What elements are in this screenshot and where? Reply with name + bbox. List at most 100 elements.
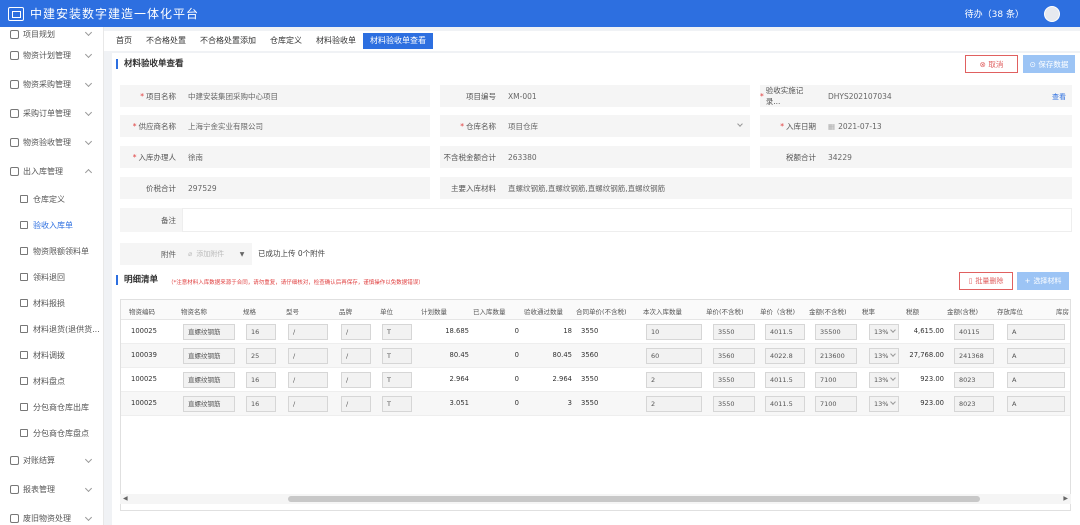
scroll-left-icon[interactable]: ◀ <box>123 495 128 502</box>
scroll-right-icon[interactable]: ▶ <box>1063 495 1068 502</box>
cell-amount[interactable]: 7100 <box>815 372 857 388</box>
cell-plan: 18.685 <box>445 327 469 335</box>
cell-spec[interactable]: 25 <box>246 348 276 364</box>
cell-amount[interactable]: 35500 <box>815 324 857 340</box>
project-name-field: 中建安装集团采购中心项目 <box>182 85 430 107</box>
avatar[interactable] <box>1044 5 1060 22</box>
chevron-down-icon <box>84 137 93 146</box>
sidebar-item-material-purchase[interactable]: 物资采购管理 <box>0 70 103 99</box>
sidebar-item-inout-stock[interactable]: 出入库管理 <box>0 157 103 186</box>
cell-name[interactable]: 直螺纹钢筋 <box>183 372 235 388</box>
contract-view-link[interactable]: 查看 <box>1052 92 1066 102</box>
tab-nonconforming[interactable]: 不合格处置 <box>139 33 193 49</box>
cell-unit[interactable]: T <box>382 396 412 412</box>
cell-price[interactable]: 3560 <box>713 348 755 364</box>
sidebar-sub-sub-outbound[interactable]: 分包商仓库出库 <box>0 394 103 420</box>
cell-brand[interactable]: / <box>341 396 371 412</box>
sidebar-item-purchase-order[interactable]: 采购订单管理 <box>0 99 103 128</box>
contract-label: * 验收实施记录... <box>760 85 822 107</box>
sidebar-sub-warehouse-def[interactable]: 仓库定义 <box>0 186 103 212</box>
attach-dropdown[interactable]: ▼ <box>236 243 248 265</box>
date-field[interactable]: ▦ 2021-07-13 <box>822 115 1072 137</box>
sidebar: 项目规划 物资计划管理 物资采购管理 采购订单管理 物资验收管理 出入库管理 仓… <box>0 27 104 525</box>
sidebar-sub-inventory[interactable]: 材料盘点 <box>0 368 103 394</box>
cell-rate[interactable]: 13% <box>869 348 899 364</box>
cell-rate[interactable]: 13% <box>869 324 899 340</box>
sidebar-item-material-acceptance[interactable]: 物资验收管理 <box>0 128 103 157</box>
cell-amount-tax[interactable]: 241368 <box>954 348 994 364</box>
todo-count[interactable]: 待办（38 条） <box>965 7 1024 20</box>
cell-qty[interactable]: 2 <box>646 372 702 388</box>
sidebar-item-settlement[interactable]: 对账结算 <box>0 446 103 475</box>
cell-model[interactable]: / <box>288 324 328 340</box>
cell-amount[interactable]: 7100 <box>815 396 857 412</box>
select-material-button[interactable]: + 选择材料 <box>1017 272 1069 290</box>
cell-amount-tax[interactable]: 40115 <box>954 324 994 340</box>
cell-model[interactable]: / <box>288 372 328 388</box>
sidebar-item-report[interactable]: 报表管理 <box>0 475 103 504</box>
cell-loc[interactable]: A <box>1007 372 1065 388</box>
cell-spec[interactable]: 16 <box>246 372 276 388</box>
cell-loc[interactable]: A <box>1007 324 1065 340</box>
cell-price[interactable]: 3550 <box>713 372 755 388</box>
cell-unit[interactable]: T <box>382 324 412 340</box>
sidebar-sub-picking-return[interactable]: 领料退回 <box>0 264 103 290</box>
cell-qty[interactable]: 2 <box>646 396 702 412</box>
cell-rate[interactable]: 13% <box>869 396 899 412</box>
cell-loc[interactable]: A <box>1007 348 1065 364</box>
cell-model[interactable]: / <box>288 396 328 412</box>
tab-home[interactable]: 首页 <box>109 33 139 49</box>
table-row: 100025 直螺纹钢筋 16 / / T 18.685 0 18 3550 1… <box>121 320 1070 344</box>
cell-model[interactable]: / <box>288 348 328 364</box>
cell-price[interactable]: 3550 <box>713 324 755 340</box>
cell-price-tax[interactable]: 4011.5 <box>765 372 805 388</box>
batch-delete-button[interactable]: ▯ 批量删除 <box>959 272 1013 290</box>
cell-name[interactable]: 直螺纹钢筋 <box>183 348 235 364</box>
sidebar-sub-transfer[interactable]: 材料调拨 <box>0 342 103 368</box>
horizontal-scrollbar[interactable]: ◀ ▶ <box>120 494 1071 504</box>
tab-warehouse-def[interactable]: 仓库定义 <box>263 33 309 49</box>
cell-qty[interactable]: 60 <box>646 348 702 364</box>
cell-unit[interactable]: T <box>382 372 412 388</box>
cell-amount[interactable]: 213600 <box>815 348 857 364</box>
chevron-up-icon <box>84 168 93 177</box>
tab-acceptance-view[interactable]: 材料验收单查看 <box>363 33 433 49</box>
cell-qty[interactable]: 10 <box>646 324 702 340</box>
cell-unit[interactable]: T <box>382 348 412 364</box>
sidebar-item-scrap[interactable]: 废旧物资处理 <box>0 504 103 525</box>
cell-rate[interactable]: 13% <box>869 372 899 388</box>
cell-price-tax[interactable]: 4011.5 <box>765 324 805 340</box>
sidebar-item-material-plan[interactable]: 物资计划管理 <box>0 41 103 70</box>
cell-amount-tax[interactable]: 8023 <box>954 372 994 388</box>
plus-icon: + <box>1024 277 1031 285</box>
cancel-button[interactable]: ⊗ 取消 <box>965 55 1018 73</box>
save-button[interactable]: ⊙ 保存数据 <box>1023 55 1075 73</box>
cell-name[interactable]: 直螺纹钢筋 <box>183 324 235 340</box>
sidebar-sub-damage[interactable]: 材料报损 <box>0 290 103 316</box>
sidebar-sub-sub-inventory[interactable]: 分包商仓库盘点 <box>0 420 103 446</box>
cell-spec[interactable]: 16 <box>246 396 276 412</box>
cell-price-tax[interactable]: 4022.8 <box>765 348 805 364</box>
remark-textarea[interactable] <box>182 208 1072 232</box>
cell-brand[interactable]: / <box>341 372 371 388</box>
trash-icon: ▯ <box>968 277 973 285</box>
cell-spec[interactable]: 16 <box>246 324 276 340</box>
cell-brand[interactable]: / <box>341 348 371 364</box>
paperclip-icon: ⌀ <box>188 250 193 258</box>
sidebar-sub-material-return[interactable]: 材料退货(退供货... <box>0 316 103 342</box>
cell-price[interactable]: 3550 <box>713 396 755 412</box>
tab-nonconforming-add[interactable]: 不合格处置添加 <box>193 33 263 49</box>
scrollbar-thumb[interactable] <box>288 496 980 502</box>
tab-acceptance[interactable]: 材料验收单 <box>309 33 363 49</box>
amount-notax-field: 263380 <box>502 146 750 168</box>
cell-amount-tax[interactable]: 8023 <box>954 396 994 412</box>
cell-brand[interactable]: / <box>341 324 371 340</box>
cell-name[interactable]: 直螺纹钢筋 <box>183 396 235 412</box>
warehouse-select[interactable]: 项目仓库 <box>502 115 750 137</box>
cell-loc[interactable]: A <box>1007 396 1065 412</box>
sidebar-sub-acceptance-in[interactable]: 验收入库单 <box>0 212 103 238</box>
detail-table: 物资编码 物资名称 规格 型号 品牌 单位 计划数量 已入库数量 验收通过数量 … <box>120 299 1071 511</box>
cell-price-tax[interactable]: 4011.5 <box>765 396 805 412</box>
sidebar-sub-limit-picking[interactable]: 物资限额领料单 <box>0 238 103 264</box>
sidebar-item-project-plan[interactable]: 项目规划 <box>0 27 103 41</box>
